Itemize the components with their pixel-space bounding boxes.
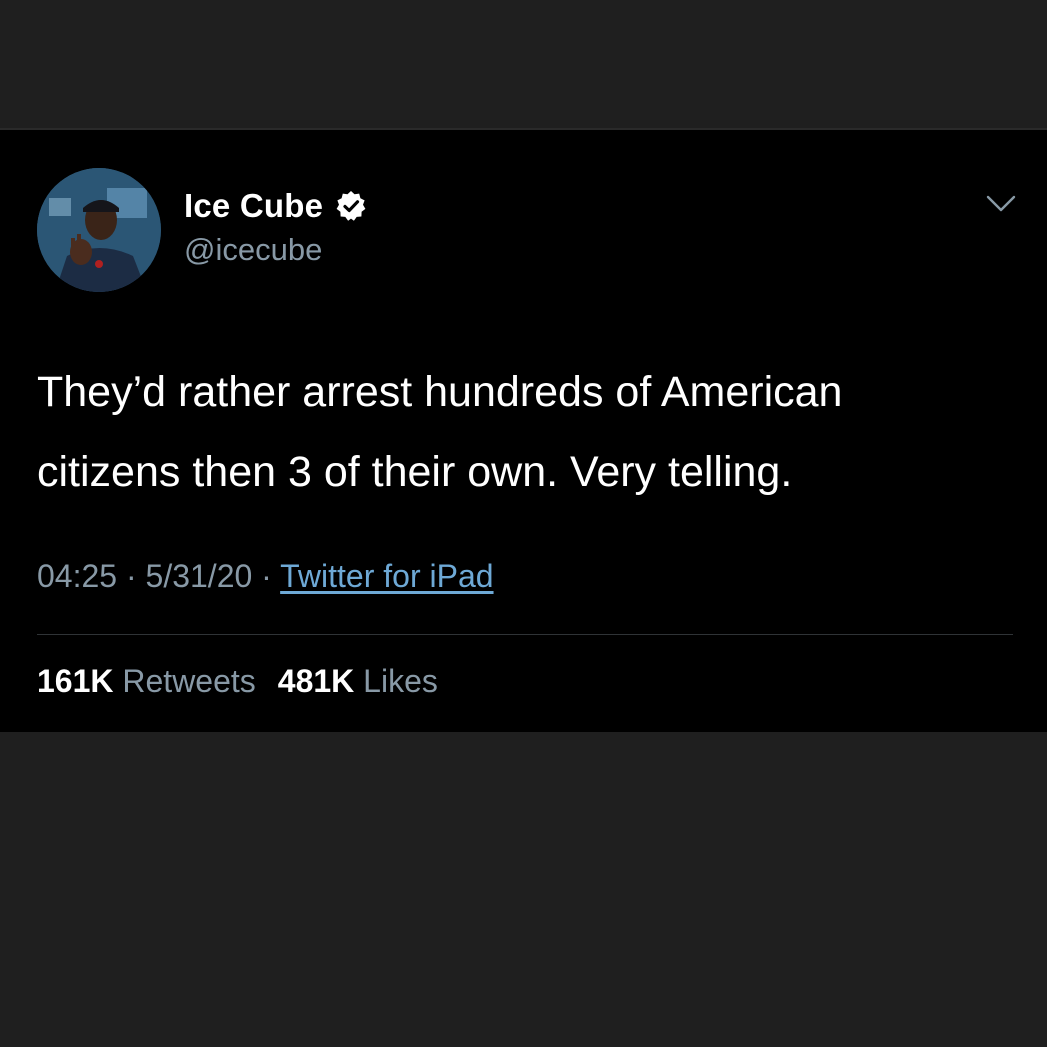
chevron-down-icon[interactable] [986,194,1016,214]
user-handle[interactable]: @icecube [184,232,322,268]
bottom-background [0,732,1047,1047]
tweet-stats: 161K Retweets 481K Likes [37,663,438,700]
display-name-row[interactable]: Ice Cube [184,186,367,226]
retweets-count: 161K [37,663,114,699]
tweet-source-link[interactable]: Twitter for iPad [280,558,493,594]
tweet-time: 04:25 [37,558,118,594]
verified-badge-icon [335,190,367,222]
tweet-text: They’d rather arrest hundreds of America… [37,368,843,496]
likes-stat[interactable]: 481K Likes [278,663,438,699]
tweet-date: 5/31/20 [145,558,253,594]
retweets-stat[interactable]: 161K Retweets [37,663,256,699]
likes-label: Likes [363,663,438,699]
retweets-label: Retweets [122,663,256,699]
likes-count: 481K [277,663,355,699]
meta-separator: · [261,558,272,594]
avatar[interactable] [37,168,161,292]
tweet-meta: 04:25 · 5/31/20 · Twitter for iPad [37,558,494,595]
meta-separator: · [125,558,137,594]
divider [37,634,1013,635]
tweet-card: Ice Cube @icecube They’d rather arrest h… [0,128,1047,733]
top-background [0,0,1047,128]
display-name[interactable]: Ice Cube [184,187,323,225]
